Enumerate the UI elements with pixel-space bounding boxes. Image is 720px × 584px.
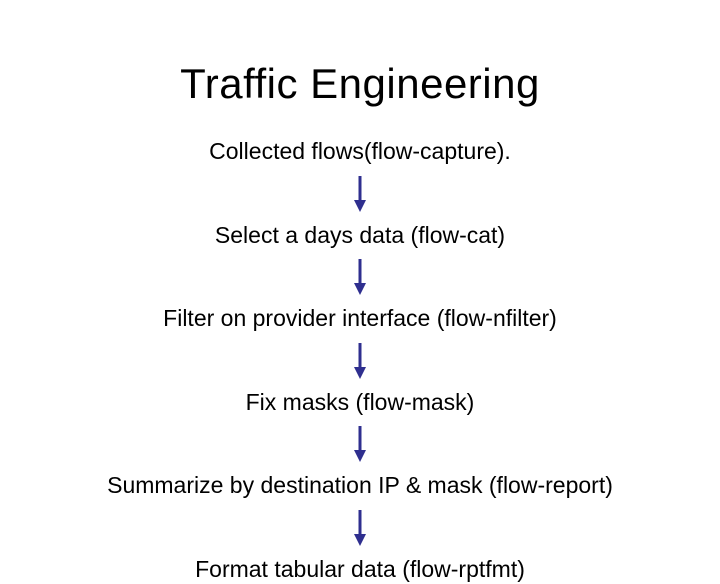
step-filter-provider: Filter on provider interface (flow-nfilt…: [0, 305, 720, 333]
step-collected-flows: Collected flows(flow-capture).: [0, 138, 720, 166]
arrow-icon: [0, 259, 720, 295]
arrow-icon: [0, 343, 720, 379]
slide-title: Traffic Engineering: [0, 60, 720, 108]
step-select-days-data: Select a days data (flow-cat): [0, 222, 720, 250]
arrow-icon: [0, 510, 720, 546]
slide: Traffic Engineering Collected flows(flow…: [0, 0, 720, 540]
step-fix-masks: Fix masks (flow-mask): [0, 389, 720, 417]
step-format-tabular: Format tabular data (flow-rptfmt): [0, 556, 720, 584]
arrow-icon: [0, 176, 720, 212]
step-summarize: Summarize by destination IP & mask (flow…: [0, 472, 720, 500]
arrow-icon: [0, 426, 720, 462]
